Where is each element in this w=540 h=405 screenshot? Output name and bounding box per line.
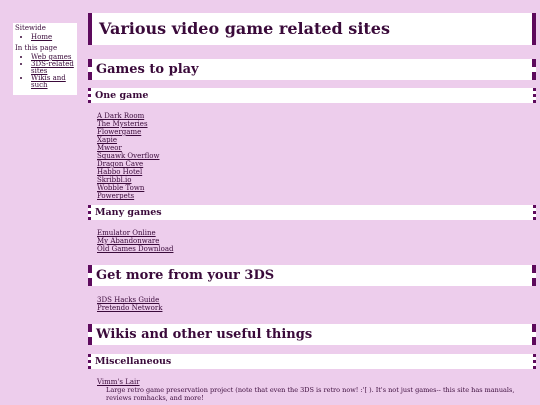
link-pretendo-network[interactable]: Pretendo Network: [97, 304, 162, 312]
link-habbo-hotel[interactable]: Habbo Hotel: [97, 168, 159, 176]
sidebar-heading-in-page: In this page: [15, 44, 58, 52]
sidebar-list-sitewide: Home: [15, 34, 75, 41]
vimms-lair-description: Large retro game preservation project (n…: [106, 386, 515, 402]
sidebar-heading-sitewide: Sitewide: [15, 24, 46, 32]
sidebar-link-3ds[interactable]: 3DS-related sites: [31, 60, 74, 75]
link-dragon-cave[interactable]: Dragon Cave: [97, 160, 159, 168]
link-emulator-online[interactable]: Emulator Online: [97, 229, 173, 237]
link-old-games-download[interactable]: Old Games Download: [97, 245, 173, 253]
link-3ds-hacks-guide[interactable]: 3DS Hacks Guide: [97, 296, 162, 304]
many-games-link-list: Emulator Online My Abandonware Old Games…: [97, 229, 173, 253]
link-my-abandonware[interactable]: My Abandonware: [97, 237, 173, 245]
link-xapie[interactable]: Xapie: [97, 136, 159, 144]
link-skribbl[interactable]: Skribbl.io: [97, 176, 159, 184]
misc-link-list: Vimm's Lair: [97, 378, 140, 386]
sidebar-link-wikis[interactable]: Wikis and such: [31, 74, 66, 89]
link-vimms-lair[interactable]: Vimm's Lair: [97, 378, 140, 386]
section-heading-wikis: Wikis and other useful things: [88, 324, 536, 345]
link-a-dark-room[interactable]: A Dark Room: [97, 112, 159, 120]
section-heading-3ds: Get more from your 3DS: [88, 265, 536, 286]
link-wobble-town[interactable]: Wobble Town: [97, 184, 159, 192]
sidebar-item-wikis: Wikis and such: [31, 75, 75, 89]
sidebar-item-home: Home: [31, 34, 75, 41]
sidebar-link-home[interactable]: Home: [31, 33, 52, 41]
sidebar-nav: Sitewide Home In this page Web games 3DS…: [13, 23, 77, 95]
subsection-heading-one-game: One game: [88, 88, 536, 103]
sidebar-item-3ds: 3DS-related sites: [31, 61, 75, 75]
page-title: Various video game related sites: [88, 13, 536, 45]
sidebar-list-in-page: Web games 3DS-related sites Wikis and su…: [15, 54, 75, 89]
link-the-mysteries[interactable]: The Mysteries: [97, 120, 159, 128]
link-powerpets[interactable]: Powerpets: [97, 192, 159, 200]
link-squawk-overflow[interactable]: Squawk Overflow: [97, 152, 159, 160]
section-heading-games-to-play: Games to play: [88, 59, 536, 80]
one-game-link-list: A Dark Room The Mysteries Flowergame Xap…: [97, 112, 159, 200]
3ds-link-list: 3DS Hacks Guide Pretendo Network: [97, 296, 162, 312]
link-mweor[interactable]: Mweor: [97, 144, 159, 152]
subsection-heading-miscellaneous: Miscellaneous: [88, 354, 536, 369]
link-flowergame[interactable]: Flowergame: [97, 128, 159, 136]
subsection-heading-many-games: Many games: [88, 205, 536, 220]
